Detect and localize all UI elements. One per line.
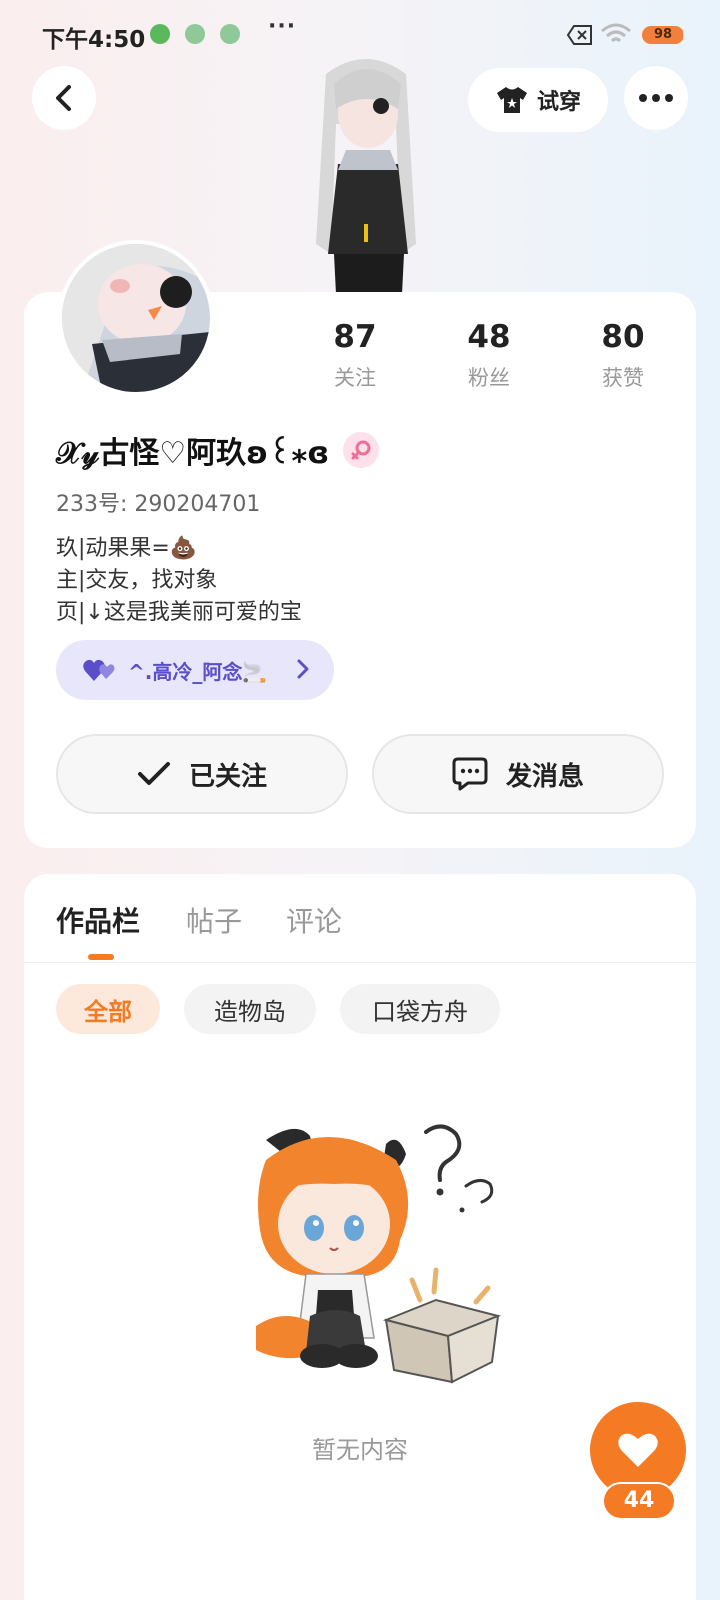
gender-badge xyxy=(343,432,380,468)
empty-state-illustration xyxy=(256,1124,502,1384)
battery-icon: 98 xyxy=(642,26,684,44)
wifi-icon xyxy=(601,23,631,43)
more-notifications-icon: ··· xyxy=(268,14,297,39)
try-on-label: 试穿 xyxy=(536,90,581,115)
send-message-button[interactable]: 发消息 xyxy=(372,734,664,814)
like-count: 44 xyxy=(602,1482,676,1520)
stat-likes[interactable]: 80 获赞 xyxy=(556,316,690,396)
try-on-button[interactable]: 试穿 xyxy=(468,68,608,132)
stat-label: 粉丝 xyxy=(468,366,510,390)
status-time: 下午4:50 xyxy=(42,27,146,53)
app-notification-icon xyxy=(150,24,170,44)
app-notification-icon xyxy=(220,24,240,44)
app-notification-icon xyxy=(185,24,205,44)
bio-line: 主|交友，找对象 xyxy=(56,568,218,593)
more-horizontal-icon xyxy=(639,94,673,102)
chevron-right-icon xyxy=(297,659,309,679)
bio-line: 玖|动果果=💩 xyxy=(56,536,198,561)
stat-value: 48 xyxy=(467,319,511,355)
tab-divider xyxy=(24,962,696,963)
active-tab-indicator xyxy=(88,954,114,960)
check-icon xyxy=(137,762,170,785)
filter-chip-creation-island[interactable]: 造物岛 xyxy=(184,984,316,1034)
stat-value: 80 xyxy=(601,319,645,355)
tab-works[interactable]: 作品栏 xyxy=(56,900,140,940)
avatar[interactable] xyxy=(58,240,214,396)
stat-value: 87 xyxy=(333,319,377,355)
filter-chip-pocket-ark[interactable]: 口袋方舟 xyxy=(340,984,500,1034)
send-message-label: 发消息 xyxy=(505,761,584,792)
battery-level: 98 xyxy=(653,27,673,42)
stat-following[interactable]: 87 关注 xyxy=(288,316,422,396)
linked-user-chip[interactable]: ^.高冷_阿念🚬 xyxy=(56,640,334,700)
more-button[interactable] xyxy=(624,66,688,130)
stat-label: 关注 xyxy=(334,366,376,390)
filter-chip-all[interactable]: 全部 xyxy=(56,984,160,1034)
message-icon xyxy=(452,757,488,791)
character-banner xyxy=(316,59,416,294)
followed-label: 已关注 xyxy=(188,761,267,792)
name-row: 𝒳𝓎古怪♡阿玖ʚ꒰⁎ɞ xyxy=(56,430,380,471)
back-button[interactable] xyxy=(32,66,96,130)
close-box-icon xyxy=(566,25,592,45)
linked-user-name: ^.高冷_阿念🚬 xyxy=(128,659,268,684)
followed-button[interactable]: 已关注 xyxy=(56,734,348,814)
avatar-image xyxy=(62,244,210,392)
chevron-left-icon xyxy=(56,85,71,111)
stats-row: 87 关注 48 粉丝 80 获赞 xyxy=(288,316,690,396)
username: 𝒳𝓎古怪♡阿玖ʚ꒰⁎ɞ xyxy=(56,436,330,471)
bio-line: 页|↓这是我美丽可爱的宝 xyxy=(56,600,302,625)
heart-icon xyxy=(618,1433,658,1467)
stat-fans[interactable]: 48 粉丝 xyxy=(422,316,556,396)
tab-posts[interactable]: 帖子 xyxy=(186,900,242,940)
stat-label: 获赞 xyxy=(602,366,644,390)
user-id: 233号: 290204701 xyxy=(56,492,261,517)
tab-comments[interactable]: 评论 xyxy=(286,900,342,940)
tshirt-icon xyxy=(496,87,527,113)
hearts-icon xyxy=(83,659,115,681)
female-icon xyxy=(351,440,371,460)
